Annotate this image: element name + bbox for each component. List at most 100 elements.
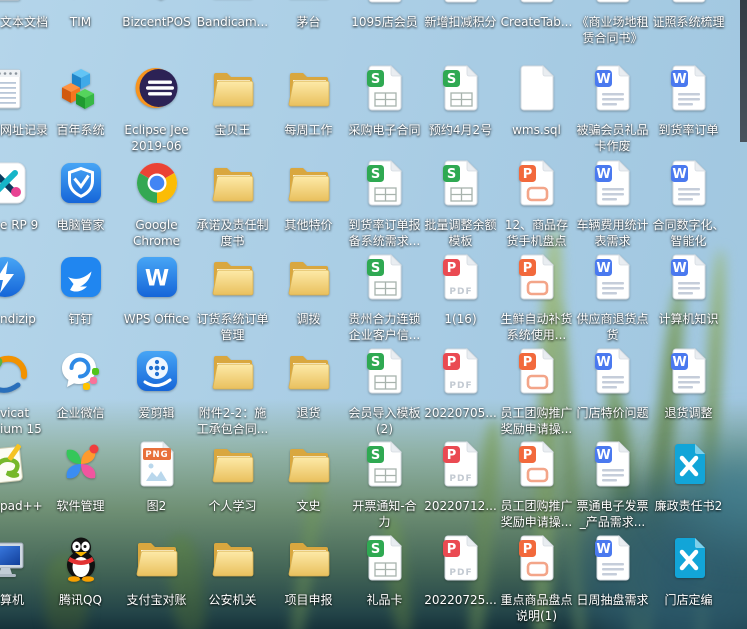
folder-icon — [285, 253, 333, 305]
desktop-icon[interactable]: S 到货率订单报备系统需求... — [347, 159, 423, 251]
icon-label: 12、商品存货手机盘点 — [500, 217, 573, 249]
icon-label: 20220705... — [424, 405, 497, 421]
desktop-icon[interactable]: PPDF20220725... — [423, 534, 499, 626]
icon-label: Eclipse Jee 2019-06 — [120, 122, 193, 154]
desktop-icon[interactable]: 电脑管家 — [43, 159, 119, 251]
desktop-icon[interactable]: 退货 — [271, 347, 347, 439]
desktop-icon[interactable]: W 合同数字化、智能化 — [651, 159, 727, 251]
desktop-icon[interactable]: 个人学习 — [195, 440, 271, 532]
desktop-icon[interactable]: 每周工作 — [271, 64, 347, 156]
svg-text:W: W — [596, 72, 610, 87]
desktop-icon[interactable]: 茅台 — [271, 0, 347, 48]
desktop-icon[interactable]: P重点商品盘点说明(1) — [499, 534, 575, 626]
desktop-icon[interactable]: P员工团购推广奖励申请操... — [499, 440, 575, 532]
desktop-icon[interactable]: 文史 — [271, 440, 347, 532]
desktop-icon[interactable]: WWPS Office — [119, 253, 195, 345]
desktop-icon[interactable]: S 1095店会员 — [347, 0, 423, 48]
eclipse-icon — [133, 64, 181, 116]
desktop-icon[interactable]: 廉政责任书2 — [651, 440, 727, 532]
svg-text:S: S — [371, 72, 380, 87]
desktop-icon[interactable]: W 日周抽盘需求 — [575, 534, 651, 626]
desktop-icon[interactable]: 软件管理 — [43, 440, 119, 532]
desktop-icon[interactable]: Google Chrome — [119, 159, 195, 251]
svg-text:P: P — [523, 261, 533, 276]
desktop-icon[interactable]: vicat ium 15 — [0, 347, 43, 439]
desktop-icon[interactable]: 附件2-2：施工承包合同... — [195, 347, 271, 439]
ppt-doc-icon: P — [513, 534, 561, 586]
desktop-icon[interactable]: 证照系统梳理 — [651, 0, 727, 48]
icon-label: 钉钉 — [44, 311, 117, 327]
desktop-icon[interactable]: 订货系统订单管理 — [195, 253, 271, 345]
cubes-icon — [57, 64, 105, 116]
desktop-icon[interactable]: pad++ — [0, 440, 43, 532]
desktop-icon[interactable]: P12、商品存货手机盘点 — [499, 159, 575, 251]
icon-label: 计算机知识 — [652, 311, 725, 327]
folder-icon — [285, 64, 333, 116]
icon-label: 每周工作 — [272, 122, 345, 138]
desktop-icon[interactable]: BizcentPOS — [119, 0, 195, 48]
desktop-icon[interactable]: 网址记录 — [0, 64, 43, 156]
desktop-icon[interactable]: S 采购电子合同 — [347, 64, 423, 156]
desktop-icon[interactable]: P生鲜自动补货系统使用... — [499, 253, 575, 345]
desktop-icon[interactable]: S 预约4月2号 — [423, 64, 499, 156]
desktop-icon[interactable]: W 门店特价问题 — [575, 347, 651, 439]
desktop-icon[interactable]: S 会员导入模板(2) — [347, 347, 423, 439]
desktop-icon[interactable]: CreateTab... — [499, 0, 575, 48]
desktop-icon[interactable]: 门店定编 — [651, 534, 727, 626]
desktop-icon[interactable]: 腾讯QQ — [43, 534, 119, 626]
qq-icon — [57, 534, 105, 586]
desktop-icon[interactable]: TIM — [43, 0, 119, 48]
desktop-icon[interactable]: S 贵州合力连锁企业客户信... — [347, 253, 423, 345]
desktop-icon[interactable]: 爱剪辑 — [119, 347, 195, 439]
desktop-icon[interactable]: 企业微信 — [43, 347, 119, 439]
lines-doc-icon — [665, 0, 713, 8]
icon-label: 1(16) — [424, 311, 497, 327]
desktop-icon[interactable]: 调拨 — [271, 253, 347, 345]
desktop-icon[interactable]: 《商业场地租赁合同书》 — [575, 0, 651, 48]
software-manager-icon — [57, 440, 105, 492]
desktop-icon[interactable]: 算机 — [0, 534, 43, 626]
desktop-icon[interactable]: W 车辆费用统计表需求 — [575, 159, 651, 251]
desktop-icon[interactable]: wms.sql — [499, 64, 575, 156]
svg-text:P: P — [447, 355, 457, 370]
desktop-icon[interactable]: 公安机关 — [195, 534, 271, 626]
desktop-icon[interactable]: ndizip — [0, 253, 43, 345]
desktop-icon[interactable]: 钉钉 — [43, 253, 119, 345]
ppt-doc-icon: P — [513, 253, 561, 305]
desktop-icon[interactable]: W 到货率订单 — [651, 64, 727, 156]
desktop-icon[interactable]: 百年系统 — [43, 64, 119, 156]
desktop-icon[interactable]: P员工团购推广奖励申请操... — [499, 347, 575, 439]
desktop-icon[interactable]: W 退货调整 — [651, 347, 727, 439]
desktop-icon[interactable]: 文本文档 — [0, 0, 43, 48]
svg-text:P: P — [523, 542, 533, 557]
desktop-icon[interactable]: 其他特价 — [271, 159, 347, 251]
desktop-icon[interactable]: 承诺及责任制度书 — [195, 159, 271, 251]
desktop-icon[interactable]: Eclipse Jee 2019-06 — [119, 64, 195, 156]
desktop-icon[interactable]: W 被骗会员礼品卡作废 — [575, 64, 651, 156]
desktop-icon[interactable]: W 供应商退货点货 — [575, 253, 651, 345]
screen-edge-bar — [740, 0, 747, 142]
icon-label: 个人学习 — [196, 498, 269, 514]
svg-text:W: W — [596, 448, 610, 463]
pdf-doc-icon: PPDF — [437, 347, 485, 399]
desktop-icon[interactable]: PPDF 1(16) — [423, 253, 499, 345]
icon-label: 到货率订单 — [652, 122, 725, 138]
desktop-icon[interactable]: PNG 图2 — [119, 440, 195, 532]
desktop-icon[interactable]: Bandicam... — [195, 0, 271, 48]
folder-icon — [285, 534, 333, 586]
desktop-icon[interactable]: e RP 9 — [0, 159, 43, 251]
desktop-icon[interactable]: S 批量调整余额模板 — [423, 159, 499, 251]
desktop-icon[interactable]: 项目申报 — [271, 534, 347, 626]
desktop-icon[interactable]: S 礼品卡 — [347, 534, 423, 626]
desktop-icon[interactable]: S 新增扣减积分 — [423, 0, 499, 48]
desktop-icon[interactable]: PPDF20220712... — [423, 440, 499, 532]
icon-label: 证照系统梳理 — [652, 14, 725, 30]
pdf-doc-icon: PPDF — [437, 253, 485, 305]
desktop-icon[interactable]: 支付宝对账 — [119, 534, 195, 626]
desktop-icon[interactable]: W 计算机知识 — [651, 253, 727, 345]
desktop-icon[interactable]: PPDF 20220705... — [423, 347, 499, 439]
desktop-icon[interactable]: 宝贝王 — [195, 64, 271, 156]
desktop-icon[interactable]: W 票通电子发票_产品需求... — [575, 440, 651, 532]
desktop-icon[interactable]: S 开票通知-合力 — [347, 440, 423, 532]
icon-label: 员工团购推广奖励申请操... — [500, 405, 573, 437]
